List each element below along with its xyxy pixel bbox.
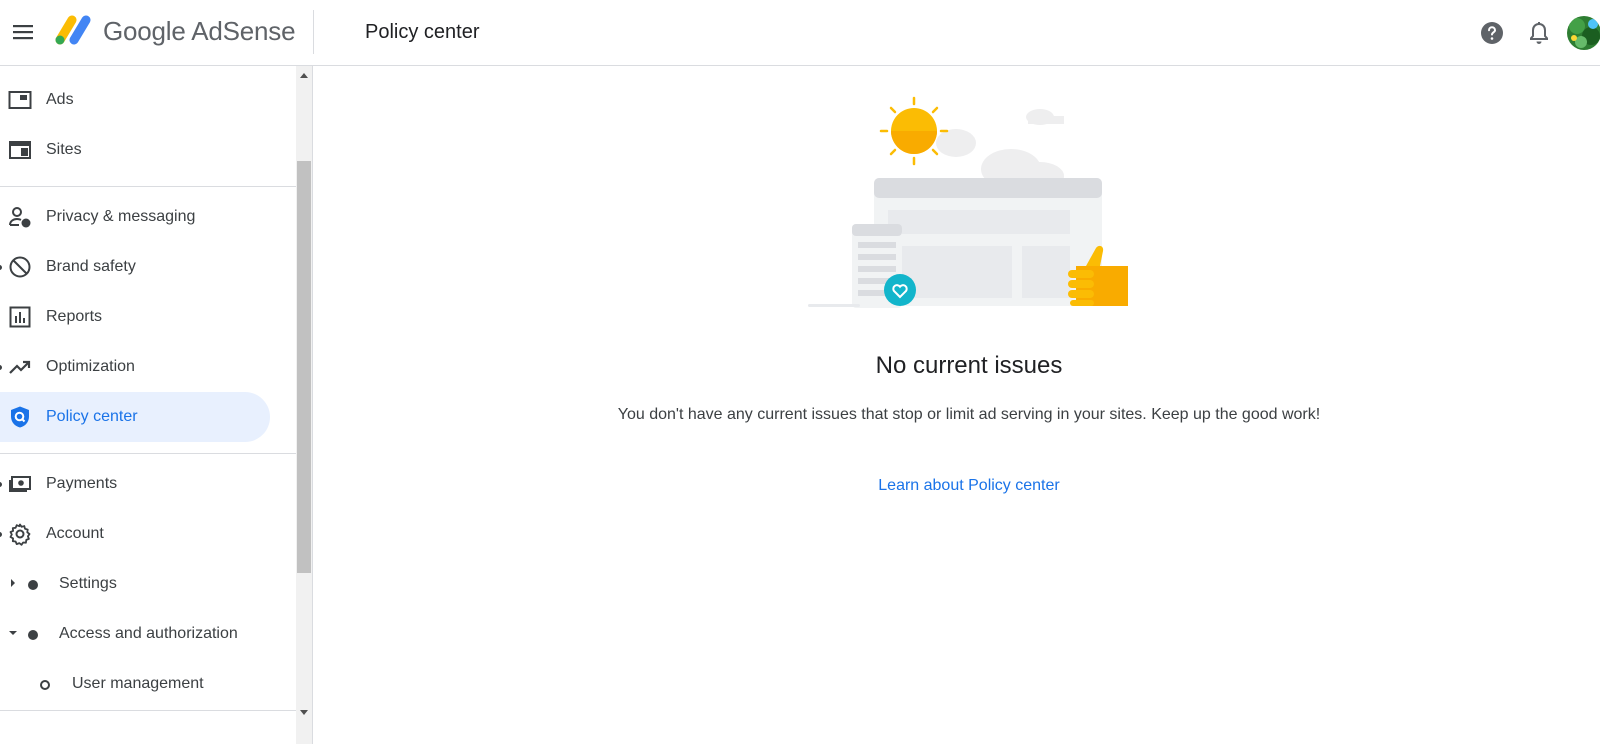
empty-state-title: No current issues [875,352,1063,379]
sidebar-item-access-authorization[interactable]: Access and authorization [0,609,270,659]
policy-shield-icon [8,405,32,429]
header-divider [313,10,314,54]
sidebar-item-payments[interactable]: Payments [0,459,270,509]
sidebar-item-settings[interactable]: Settings [0,559,270,609]
caret-down-icon[interactable] [8,628,18,638]
expand-indicator [0,532,2,537]
sidebar-item-label: Payments [46,475,118,492]
menu-button[interactable] [8,17,38,47]
adsense-logo-icon [54,14,92,46]
trending-up-icon [8,355,32,379]
app-header: Google AdSense Policy center [0,0,1600,66]
sidebar-item-label: Ads [46,91,74,108]
scroll-down-button[interactable] [296,704,312,722]
notifications-button[interactable] [1525,19,1553,47]
no-issues-illustration [808,96,1148,316]
help-button[interactable] [1478,19,1506,47]
sites-icon [8,138,32,162]
reports-icon [8,305,32,329]
sidebar: Ads Sites Privacy & messaging Brand safe… [0,66,313,744]
sidebar-item-account[interactable]: Account [0,509,270,559]
sidebar-item-optimization[interactable]: Optimization [0,342,270,392]
sidebar-divider [0,710,296,711]
sidebar-item-sites[interactable]: Sites [0,125,270,175]
sidebar-item-user-management[interactable]: User management [0,659,270,709]
page-title: Policy center [365,21,480,43]
expand-indicator [0,265,2,270]
bullet-icon [28,580,38,590]
sidebar-item-label: Sites [46,141,82,158]
sidebar-divider [0,186,296,187]
sidebar-item-label: Policy center [46,408,138,425]
bell-icon [1530,22,1548,44]
caret-right-icon[interactable] [8,578,18,588]
sidebar-item-label: Settings [59,575,117,592]
sidebar-item-ads[interactable]: Ads [0,75,270,125]
sidebar-item-label: Access and authorization [59,625,238,642]
sidebar-item-brand-safety[interactable]: Brand safety [0,242,270,292]
expand-indicator [0,482,2,487]
block-icon [8,255,32,279]
brand-name[interactable]: Google AdSense [103,16,296,47]
sidebar-item-label: User management [72,675,204,692]
sidebar-item-policy-center[interactable]: Policy center [0,392,270,442]
sidebar-divider [0,453,296,454]
empty-state-description: You don't have any current issues that s… [617,406,1321,423]
payments-icon [8,472,32,496]
sidebar-scrollbar-thumb[interactable] [297,161,311,573]
menu-icon [13,25,33,40]
privacy-icon [8,205,32,229]
sidebar-item-label: Optimization [46,358,135,375]
sidebar-item-label: Brand safety [46,258,136,275]
sidebar-item-reports[interactable]: Reports [0,292,270,342]
bullet-icon [28,630,38,640]
sidebar-item-label: Privacy & messaging [46,208,196,225]
ads-icon [8,88,32,112]
gear-icon [8,522,32,546]
scroll-up-button[interactable] [296,66,312,84]
learn-about-policy-center-link[interactable]: Learn about Policy center [314,477,1600,495]
avatar[interactable] [1567,16,1600,50]
sidebar-item-label: Reports [46,308,103,325]
help-icon [1481,22,1503,44]
expand-indicator [0,365,2,370]
sidebar-item-privacy-messaging[interactable]: Privacy & messaging [0,192,270,242]
sidebar-item-label: Account [46,525,104,542]
main-content: No current issues You don't have any cur… [314,66,1600,744]
bullet-outline-icon [40,680,50,690]
